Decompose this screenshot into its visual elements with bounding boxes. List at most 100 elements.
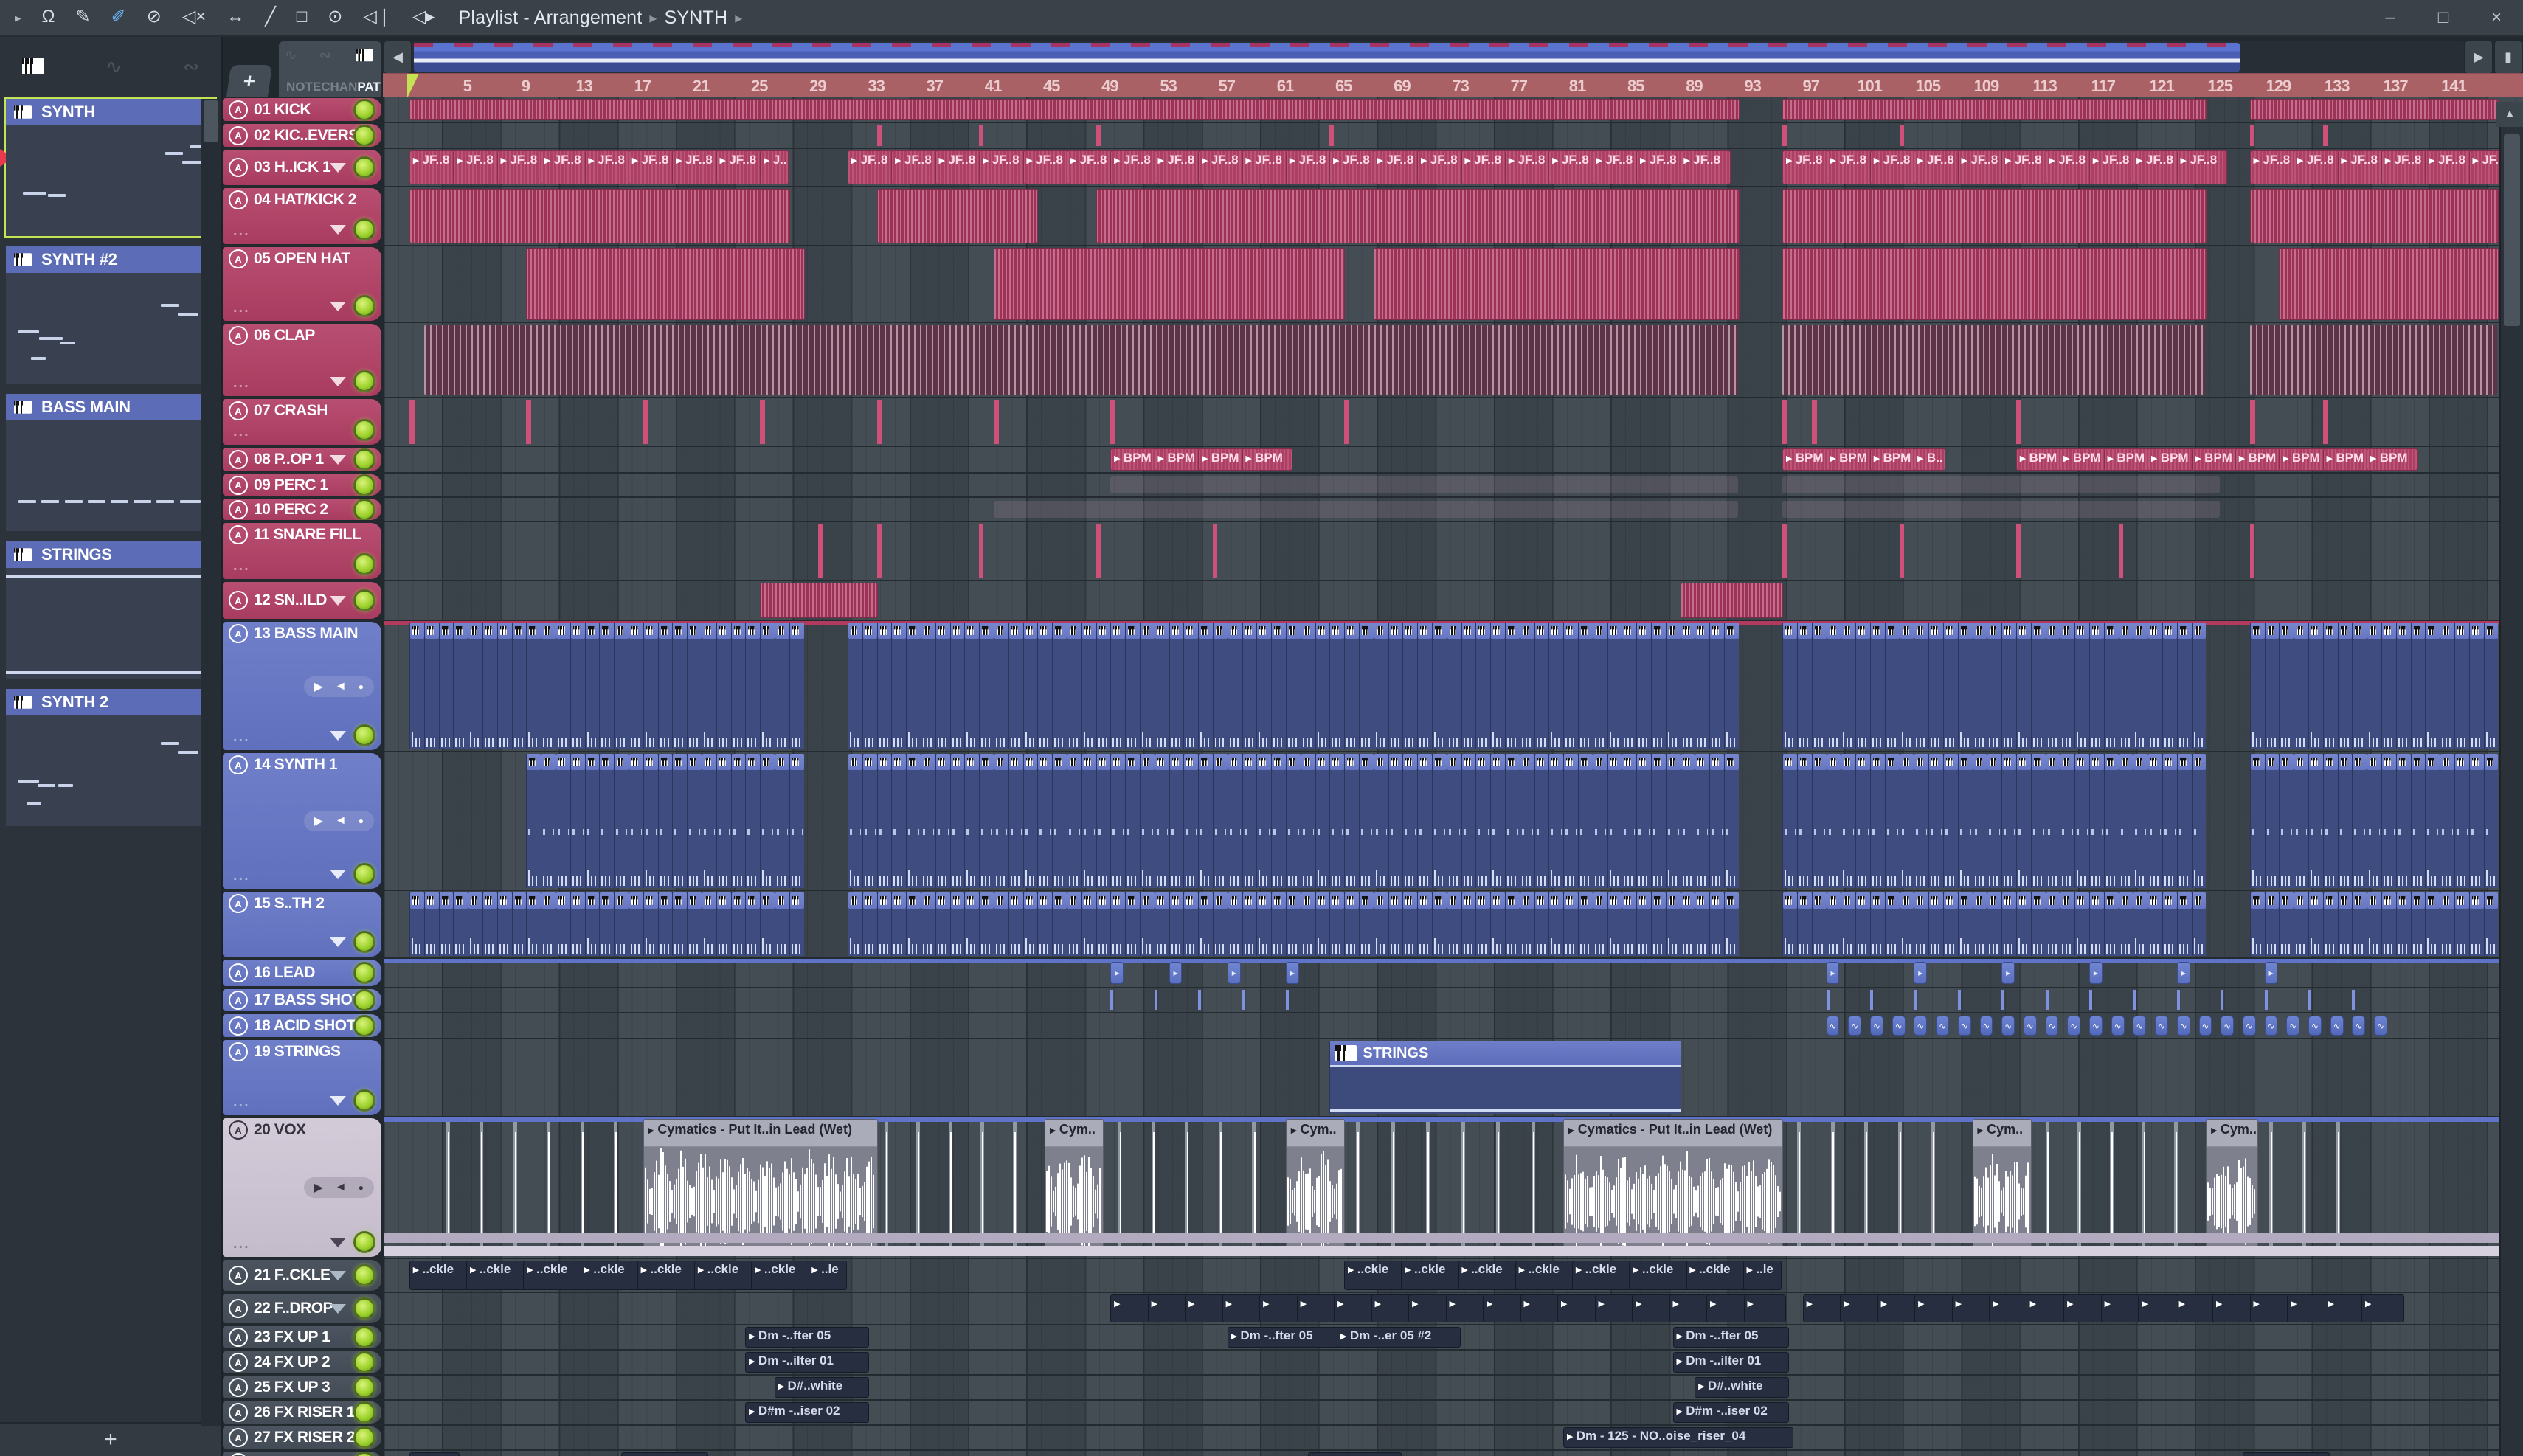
track-mode-icon[interactable]: A <box>229 991 248 1010</box>
clip-tick[interactable] <box>1198 990 1202 1010</box>
track-lane-18[interactable]: ∿ ∿ ∿ ∿ ∿ ∿ ∿ ∿ ∿ ∿ ∿ ∿ ∿ ∿ ∿ ∿ ∿ ∿ ∿ ∿ ∿ ∿ ∿ ∿ ∿ ∿ <box>384 1013 2523 1038</box>
note-mode-icon[interactable]: ∿ <box>285 46 297 64</box>
pattern-clip[interactable] <box>1008 754 1023 888</box>
pattern-clip[interactable] <box>1432 623 1447 749</box>
pattern-clip[interactable] <box>2118 892 2133 956</box>
audio-clip[interactable]: ▸ JF..8 <box>629 150 679 184</box>
pattern-clip[interactable] <box>1402 754 1418 888</box>
clip-tick[interactable] <box>2016 400 2021 444</box>
pattern-clip[interactable] <box>2001 892 2016 956</box>
pattern-clip[interactable] <box>1811 892 1827 956</box>
pattern-clip[interactable] <box>730 892 746 956</box>
fx-audio-clip[interactable]: ▸D#..Down <box>2242 1452 2330 1456</box>
audio-clip[interactable]: ▸ JF..8 <box>2045 150 2096 184</box>
clip-tick[interactable] <box>1344 400 1350 444</box>
pattern-clip[interactable] <box>1841 623 1856 749</box>
track-mode-icon[interactable]: A <box>229 401 248 420</box>
pattern-clip[interactable] <box>1081 892 1096 956</box>
strings-pattern-clip[interactable]: STRINGS <box>1329 1041 1681 1114</box>
fx-audio-clip[interactable]: ▸ ..ckle <box>1401 1261 1465 1290</box>
pattern-clip[interactable] <box>935 754 950 888</box>
track-lane-05[interactable] <box>384 246 2523 322</box>
fx-audio-clip[interactable]: ▸ <box>1989 1294 2032 1322</box>
clip-tick[interactable] <box>2045 990 2049 1010</box>
pattern-clip[interactable] <box>1140 623 1155 749</box>
shot-clip[interactable]: ∿ <box>2242 1016 2256 1036</box>
pattern-clip[interactable] <box>1592 754 1607 888</box>
audio-clip[interactable]: ▸ JF..8 <box>1870 150 1921 184</box>
track-mode-icon[interactable]: A <box>229 326 248 345</box>
pattern-clip[interactable] <box>614 892 629 956</box>
shot-clip[interactable]: ∿ <box>2264 1016 2278 1036</box>
pattern-clip[interactable] <box>1052 623 1067 749</box>
fx-audio-clip[interactable]: ▸ <box>1877 1294 1920 1322</box>
pattern-item-synth[interactable]: SYNTH <box>0 97 217 238</box>
pat-mode-icon[interactable] <box>356 49 373 61</box>
pattern-clip[interactable] <box>1286 623 1301 749</box>
record-arm-icon[interactable]: ▶ <box>314 1180 323 1195</box>
pattern-clip[interactable] <box>1271 892 1286 956</box>
clip-tick[interactable] <box>1242 990 1245 1010</box>
pattern-clip[interactable] <box>2395 623 2411 749</box>
pattern-clip[interactable] <box>1534 892 1549 956</box>
pattern-clip[interactable] <box>1461 623 1476 749</box>
clip-hatchw[interactable] <box>1782 189 2207 243</box>
pattern-clip[interactable] <box>2133 623 2148 749</box>
pattern-clip[interactable] <box>629 754 643 888</box>
dropdown-icon[interactable] <box>330 730 346 741</box>
mute-led[interactable] <box>353 589 375 611</box>
pattern-clip[interactable] <box>1607 623 1622 749</box>
pattern-clip[interactable] <box>438 892 454 956</box>
shot-clip[interactable]: ∿ <box>2352 1016 2366 1036</box>
track-lane-10[interactable] <box>384 498 2523 521</box>
pattern-clip[interactable] <box>468 892 482 956</box>
pattern-clip[interactable] <box>1242 754 1257 888</box>
shot-clip[interactable]: ∿ <box>2089 1016 2102 1036</box>
pattern-clip[interactable] <box>1096 754 1111 888</box>
pattern-clip[interactable] <box>2308 754 2323 888</box>
pattern-clip[interactable] <box>2425 754 2440 888</box>
shot-clip[interactable]: ∿ <box>2374 1016 2387 1036</box>
clip-tick[interactable] <box>979 524 984 578</box>
dropdown-icon[interactable] <box>330 224 346 235</box>
pattern-clip[interactable] <box>2060 623 2075 749</box>
shot-clip[interactable]: ∿ <box>2133 1016 2147 1036</box>
pattern-clip[interactable] <box>730 754 746 888</box>
audio-clip[interactable]: ▸ JF..8 <box>848 150 899 184</box>
dropdown-icon[interactable] <box>330 595 346 606</box>
audio-clip[interactable]: ▸ BPM <box>1782 448 1833 471</box>
pattern-clip[interactable] <box>2322 623 2338 749</box>
pattern-clip[interactable] <box>979 754 994 888</box>
shot-clip[interactable]: ∿ <box>2067 1016 2081 1036</box>
pattern-clip[interactable] <box>891 754 907 888</box>
track-header-16[interactable]: A 16 LEAD <box>223 960 381 986</box>
audio-clip[interactable]: ▸ JF..8 <box>1826 150 1877 184</box>
clip-tick[interactable] <box>2322 400 2328 444</box>
speaker-icon[interactable]: ◁▸ <box>402 7 446 27</box>
options-dots[interactable]: ... <box>233 1235 250 1252</box>
record-arm-icon[interactable]: ▶ <box>314 814 323 828</box>
fx-audio-clip[interactable]: ▸ <box>1802 1294 1846 1322</box>
mute-led[interactable] <box>353 1376 375 1398</box>
horizontal-scrollbar[interactable] <box>412 41 2464 73</box>
audio-clip[interactable]: ▸ JF..8 <box>1461 150 1512 184</box>
clip-tick[interactable] <box>1329 125 1335 146</box>
pattern-clip[interactable] <box>1505 754 1520 888</box>
pattern-clip[interactable] <box>2016 623 2031 749</box>
pattern-clip[interactable] <box>964 892 980 956</box>
clip-hatchw[interactable] <box>994 248 1346 320</box>
fx-audio-clip[interactable]: ▸ ..ckle <box>580 1261 644 1290</box>
pattern-clip[interactable] <box>1490 754 1505 888</box>
clip-tick[interactable] <box>2118 524 2123 578</box>
track-lane-11[interactable] <box>384 522 2523 580</box>
clip-hatchw[interactable] <box>1373 248 1740 320</box>
tab-note[interactable]: NOTE <box>286 80 321 94</box>
pattern-clip[interactable] <box>1870 754 1885 888</box>
pattern-clip[interactable] <box>994 754 1008 888</box>
pattern-clip[interactable] <box>1972 892 1987 956</box>
shot-clip[interactable]: ∿ <box>2308 1016 2322 1036</box>
pattern-clip[interactable] <box>2294 623 2308 749</box>
audio-clip[interactable]: ▸ JF..8 <box>2381 150 2432 184</box>
clip-tick[interactable] <box>994 400 999 444</box>
shot-clip[interactable]: ∿ <box>2221 1016 2235 1036</box>
